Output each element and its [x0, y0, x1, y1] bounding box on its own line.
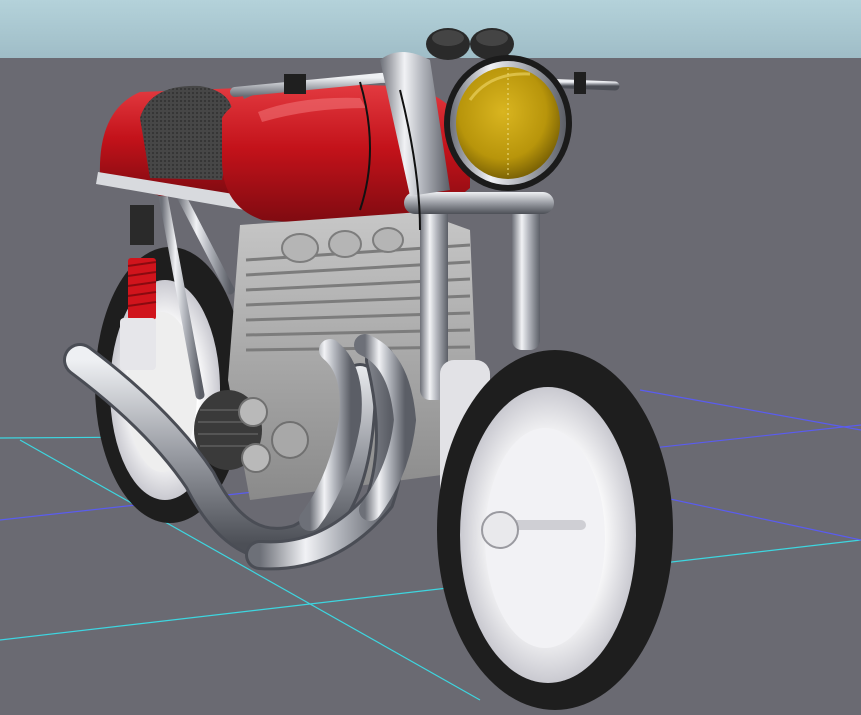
- headlight-icon: [444, 55, 572, 191]
- front-wheel[interactable]: [437, 350, 673, 710]
- 3d-viewport[interactable]: [0, 0, 861, 715]
- motorcycle-scene[interactable]: [0, 0, 861, 715]
